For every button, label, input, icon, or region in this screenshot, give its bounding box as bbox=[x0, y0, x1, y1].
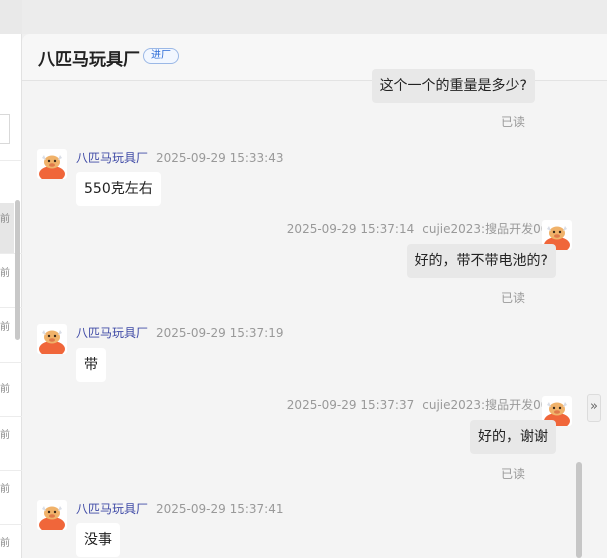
message-meta: 八匹马玩具厂 2025-09-29 15:37:19 bbox=[76, 324, 283, 341]
conversation-time: 前 bbox=[0, 430, 10, 441]
cartoon-cow-avatar-icon[interactable] bbox=[37, 324, 67, 354]
message-time: 2025-09-29 15:37:14 bbox=[286, 222, 415, 236]
message-meta: 八匹马玩具厂 2025-09-29 15:33:43 bbox=[76, 149, 283, 166]
divider bbox=[0, 362, 22, 363]
read-status: 已读 bbox=[500, 467, 525, 481]
sender-name[interactable]: 八匹马玩具厂 bbox=[76, 326, 148, 340]
search-input[interactable] bbox=[0, 114, 10, 144]
divider bbox=[0, 416, 22, 417]
read-status: 已读 bbox=[500, 115, 525, 129]
divider bbox=[0, 524, 22, 525]
conversation-time: 前 bbox=[0, 484, 10, 495]
conversation-time: 前 bbox=[0, 322, 10, 333]
conversation-time: 前 bbox=[0, 384, 10, 395]
factory-badge[interactable]: 进厂 bbox=[143, 48, 179, 64]
cartoon-cow-avatar-icon[interactable] bbox=[37, 149, 67, 179]
message-bubble-incoming: 没事 bbox=[76, 523, 120, 557]
cartoon-cow-avatar-icon[interactable] bbox=[37, 500, 67, 530]
message-list: 这个一个的重量是多少? 已读 八匹马玩具厂 2025-09-29 15:33:43… bbox=[22, 69, 607, 558]
message-bubble-outgoing: 好的，带不带电池的? bbox=[406, 244, 556, 278]
conversation-time: 前 bbox=[0, 214, 10, 225]
chat-scrollbar[interactable] bbox=[576, 462, 582, 558]
read-status: 已读 bbox=[500, 291, 525, 305]
conversation-list-background: 前 前 前 前 前 前 前 bbox=[0, 0, 22, 558]
divider bbox=[0, 470, 22, 471]
message-bubble-incoming: 550克左右 bbox=[76, 172, 161, 206]
chat-panel: 八匹马玩具厂 进厂 这个一个的重量是多少? 已读 八匹马玩具厂 2025-09-2… bbox=[22, 34, 607, 558]
conversation-time: 前 bbox=[0, 538, 10, 549]
sender-name: cujie2023:搜品开发007 bbox=[422, 222, 556, 236]
list-scrollbar[interactable] bbox=[15, 200, 20, 340]
message-time: 2025-09-29 15:33:43 bbox=[156, 151, 284, 165]
message-time: 2025-09-29 15:37:41 bbox=[156, 502, 284, 516]
divider bbox=[0, 160, 22, 161]
list-header bbox=[0, 0, 22, 34]
message-bubble-outgoing: 这个一个的重量是多少? bbox=[371, 69, 535, 103]
message-meta: 八匹马玩具厂 2025-09-29 15:37:41 bbox=[76, 500, 283, 517]
conversation-time: 前 bbox=[0, 268, 10, 279]
message-bubble-outgoing: 好的，谢谢 bbox=[470, 420, 556, 454]
double-chevron-right-icon[interactable]: » bbox=[587, 394, 601, 422]
message-time: 2025-09-29 15:37:37 bbox=[286, 398, 415, 412]
message-bubble-incoming: 带 bbox=[76, 348, 106, 382]
top-background bbox=[22, 0, 607, 34]
message-time: 2025-09-29 15:37:19 bbox=[156, 326, 284, 340]
sender-name[interactable]: 八匹马玩具厂 bbox=[76, 151, 148, 165]
sender-name[interactable]: 八匹马玩具厂 bbox=[76, 502, 148, 516]
chat-title: 八匹马玩具厂 bbox=[38, 50, 140, 70]
message-meta: 2025-09-29 15:37:14 cujie2023:搜品开发007 bbox=[287, 220, 556, 237]
message-meta: 2025-09-29 15:37:37 cujie2023:搜品开发007 bbox=[287, 396, 556, 413]
sender-name: cujie2023:搜品开发007 bbox=[422, 398, 556, 412]
